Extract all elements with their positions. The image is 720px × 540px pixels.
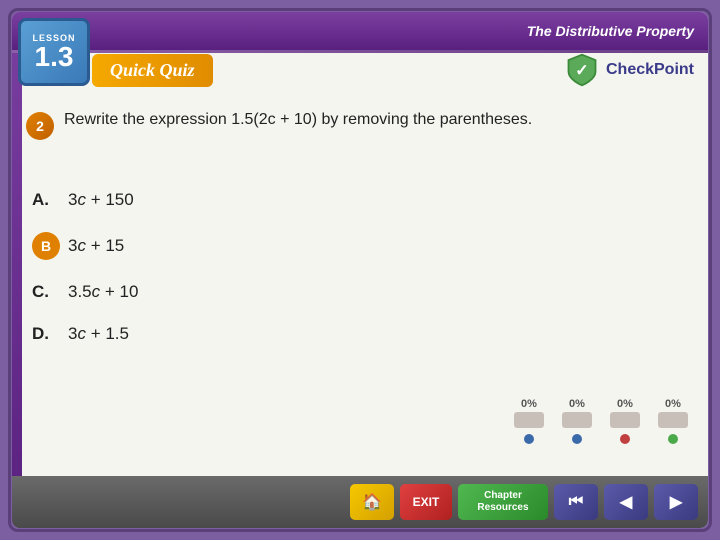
svg-text:✓: ✓ <box>575 61 589 79</box>
poll-pct-d: 0% <box>665 398 681 410</box>
section-title: The Distributive Property <box>527 23 694 39</box>
answer-letter-c: C. <box>32 282 68 302</box>
skip-back-button[interactable]: ⏮ <box>554 484 598 520</box>
answer-letter-a: A. <box>32 190 68 210</box>
checkpoint-label: CheckPoint <box>606 61 694 79</box>
lesson-number: 1.3 <box>35 43 74 71</box>
exit-label: EXIT <box>413 495 440 509</box>
checkpoint-label-group: CheckPoint <box>606 61 694 79</box>
prev-icon: ◀ <box>620 492 632 512</box>
checkpoint-area: ✓ CheckPoint <box>564 52 694 88</box>
poll-area: 0% 0% 0% 0% <box>514 398 688 448</box>
answer-text-a: 3c + 150 <box>68 190 134 210</box>
poll-group-b: 0% <box>562 398 592 444</box>
home-button[interactable]: 🏠 <box>350 484 394 520</box>
home-icon: 🏠 <box>362 492 382 512</box>
prev-button[interactable]: ◀ <box>604 484 648 520</box>
poll-bars: 0% 0% 0% 0% <box>514 398 688 444</box>
poll-group-d: 0% <box>658 398 688 444</box>
skip-back-icon: ⏮ <box>569 493 583 511</box>
poll-bar-b <box>562 412 592 428</box>
answer-row-b[interactable]: B 3c + 15 <box>32 232 688 260</box>
poll-pct-b: 0% <box>569 398 585 410</box>
poll-dot-c <box>620 434 630 444</box>
next-icon: ▶ <box>670 492 682 512</box>
answers-container: A. 3c + 150 B 3c + 15 C. 3.5c + 10 D. 3c… <box>32 190 688 366</box>
chapter-resources-button[interactable]: ChapterResources <box>458 484 548 520</box>
quiz-title: Quick Quiz <box>110 60 195 80</box>
question-content: Rewrite the expression 1.5(2c + 10) by r… <box>64 111 532 128</box>
exit-button[interactable]: EXIT <box>400 484 452 520</box>
poll-bar-c <box>610 412 640 428</box>
poll-pct-a: 0% <box>521 398 537 410</box>
answer-letter-d: D. <box>32 324 68 344</box>
poll-dot-b <box>572 434 582 444</box>
poll-bar-d <box>658 412 688 428</box>
next-button[interactable]: ▶ <box>654 484 698 520</box>
top-bar: The Distributive Property <box>12 12 708 50</box>
answer-letter-b-highlight: B <box>32 232 60 260</box>
poll-pct-c: 0% <box>617 398 633 410</box>
poll-dot-a <box>524 434 534 444</box>
poll-group-c: 0% <box>610 398 640 444</box>
lesson-badge: LESSON 1.3 <box>18 18 90 86</box>
answer-row-a[interactable]: A. 3c + 150 <box>32 190 688 210</box>
decorative-left <box>12 12 22 528</box>
answer-text-b: 3c + 15 <box>68 236 124 256</box>
quiz-banner: Quick Quiz <box>92 54 213 87</box>
main-content: The Distributive Property LESSON 1.3 Qui… <box>12 12 708 528</box>
question-number: 2 <box>26 112 54 140</box>
bottom-toolbar: 🏠 EXIT ChapterResources ⏮ ◀ ▶ <box>12 476 708 528</box>
answer-row-d[interactable]: D. 3c + 1.5 <box>32 324 688 344</box>
chapter-resources-label: ChapterResources <box>477 490 528 514</box>
answer-text-d: 3c + 1.5 <box>68 324 129 344</box>
answer-text-c: 3.5c + 10 <box>68 282 138 302</box>
poll-bar-a <box>514 412 544 428</box>
question-text: Rewrite the expression 1.5(2c + 10) by r… <box>64 108 688 132</box>
checkpoint-shield-icon: ✓ <box>564 52 600 88</box>
answer-row-c[interactable]: C. 3.5c + 10 <box>32 282 688 302</box>
poll-group-a: 0% <box>514 398 544 444</box>
poll-dot-d <box>668 434 678 444</box>
